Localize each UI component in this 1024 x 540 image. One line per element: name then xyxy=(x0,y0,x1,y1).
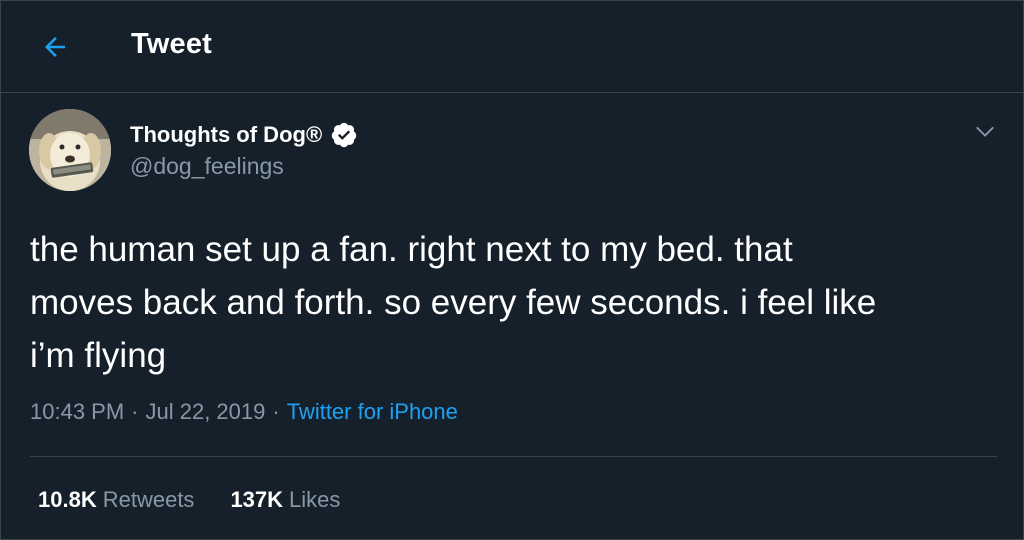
arrow-left-icon xyxy=(45,37,65,57)
back-button[interactable] xyxy=(29,25,81,69)
tweet-stats: 10.8K Retweets 137K Likes xyxy=(38,487,340,513)
tweet-source-link[interactable]: Twitter for iPhone xyxy=(287,399,458,425)
tweet-meta: 10:43 PM · Jul 22, 2019 · Twitter for iP… xyxy=(30,399,458,425)
author-handle[interactable]: @dog_feelings xyxy=(130,153,284,180)
likes-count: 137K xyxy=(230,487,284,512)
divider xyxy=(30,456,997,457)
display-name[interactable]: Thoughts of Dog® xyxy=(130,122,322,148)
likes-label: Likes xyxy=(289,487,341,512)
author-name-row[interactable]: Thoughts of Dog® xyxy=(130,119,358,151)
tweet-time[interactable]: 10:43 PM xyxy=(30,399,124,425)
retweets-label: Retweets xyxy=(102,487,195,512)
retweets-count: 10.8K xyxy=(38,487,97,512)
page-title: Tweet xyxy=(131,28,213,60)
chevron-down-icon xyxy=(976,126,994,137)
dog-avatar-image xyxy=(29,109,111,191)
retweets-stat[interactable]: 10.8K Retweets xyxy=(38,487,194,513)
tweet-text: the human set up a fan. right next to my… xyxy=(30,230,877,375)
tweet-menu-button[interactable] xyxy=(967,115,1003,147)
tweet-page: Tweet Thoughts of Dog® @dog_feelings the… xyxy=(0,0,1024,540)
meta-separator: · xyxy=(131,399,139,424)
likes-stat[interactable]: 137K Likes xyxy=(230,487,340,513)
meta-separator: · xyxy=(272,399,280,424)
tweet-date[interactable]: Jul 22, 2019 xyxy=(146,399,266,425)
verified-badge-icon xyxy=(330,121,358,149)
header: Tweet xyxy=(1,1,1024,93)
avatar[interactable] xyxy=(29,109,111,191)
